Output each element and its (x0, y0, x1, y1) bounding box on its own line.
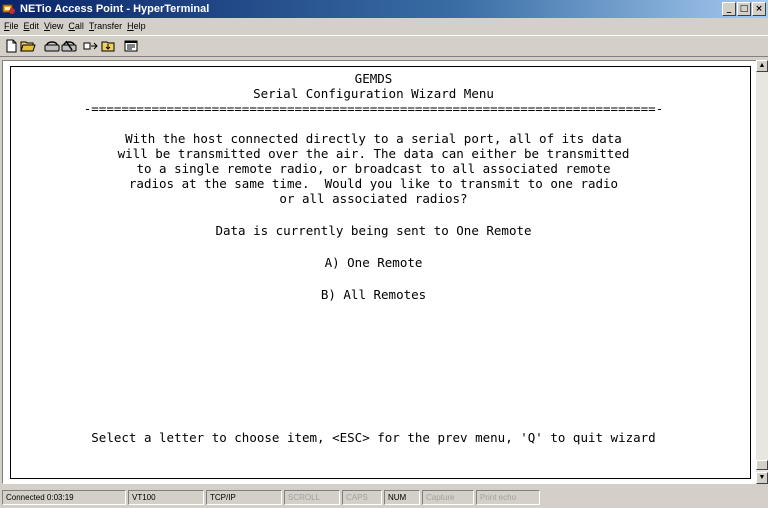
menu-call[interactable]: Call (68, 18, 89, 34)
receive-icon[interactable] (100, 38, 116, 54)
status-protocol: TCP/IP (206, 490, 282, 505)
status-connected-time: Connected 0:03:19 (2, 490, 126, 505)
menu-view-label: iew (49, 21, 64, 31)
call-icon[interactable] (44, 38, 60, 54)
terminal-footer-prompt: Select a letter to choose item, <ESC> fo… (91, 430, 656, 445)
terminal-content: GEMDS Serial Configuration Wizard Menu -… (3, 61, 663, 445)
toolbar (0, 35, 768, 57)
status-scroll: SCROLL (284, 490, 340, 505)
menu-edit[interactable]: Edit (24, 18, 45, 34)
status-print-echo: Print echo (476, 490, 540, 505)
terminal-box (10, 66, 751, 479)
maximize-button[interactable]: □ (737, 2, 751, 16)
scroll-down-icon[interactable]: ▼ (756, 472, 768, 484)
terminal-header-line2: Serial Configuration Wizard Menu (253, 86, 494, 101)
terminal-header-line1: GEMDS (354, 71, 393, 86)
status-bar: Connected 0:03:19 VT100 TCP/IP SCROLL CA… (0, 488, 768, 508)
title-bar[interactable]: NETio Access Point - HyperTerminal _ □ × (0, 0, 768, 18)
terminal-separator: -=======================================… (83, 101, 664, 116)
window-controls: _ □ × (721, 2, 766, 16)
window-title: NETio Access Point - HyperTerminal (20, 3, 210, 15)
send-icon[interactable] (83, 38, 99, 54)
status-num: NUM (384, 490, 420, 505)
current-status-text: Data is currently being sent to One Remo… (215, 223, 532, 238)
properties-icon[interactable] (123, 38, 139, 54)
option-b-all-remotes[interactable]: B) All Remotes (3, 287, 744, 302)
menu-bar: File Edit View Call Transfer Help (0, 18, 768, 34)
description-line-3: to a single remote radio, or broadcast t… (136, 161, 611, 176)
status-capture: Capture (422, 490, 474, 505)
menu-view[interactable]: View (44, 18, 68, 34)
menu-file[interactable]: File (4, 18, 24, 34)
menu-transfer[interactable]: Transfer (89, 18, 127, 34)
menu-help-label: elp (133, 21, 146, 31)
menu-file-label: ile (9, 21, 19, 31)
scroll-up-icon[interactable]: ▲ (756, 60, 768, 72)
hyperterminal-icon[interactable] (2, 2, 16, 16)
close-button[interactable]: × (752, 2, 766, 16)
description-line-4: radios at the same time. Would you like … (128, 176, 619, 191)
scroll-thumb[interactable] (756, 460, 768, 470)
description-line-2: will be transmitted over the air. The da… (117, 146, 630, 161)
vertical-scrollbar[interactable]: ▲ ▼ (756, 60, 768, 484)
menu-help[interactable]: Help (127, 18, 151, 34)
terminal-window[interactable]: GEMDS Serial Configuration Wizard Menu -… (2, 60, 758, 484)
description-line-5: or all associated radios? (279, 191, 468, 206)
minimize-button[interactable]: _ (722, 2, 736, 16)
description-line-1: With the host connected directly to a se… (125, 131, 622, 146)
menu-edit-label: dit (29, 21, 40, 31)
status-caps: CAPS (342, 490, 382, 505)
disconnect-icon[interactable] (61, 38, 77, 54)
menu-transfer-label: ransfer (94, 21, 123, 31)
open-icon[interactable] (20, 38, 36, 54)
status-emulation: VT100 (128, 490, 204, 505)
new-connection-icon[interactable] (3, 38, 19, 54)
menu-call-label: all (74, 21, 84, 31)
option-a-one-remote[interactable]: A) One Remote (3, 255, 744, 270)
